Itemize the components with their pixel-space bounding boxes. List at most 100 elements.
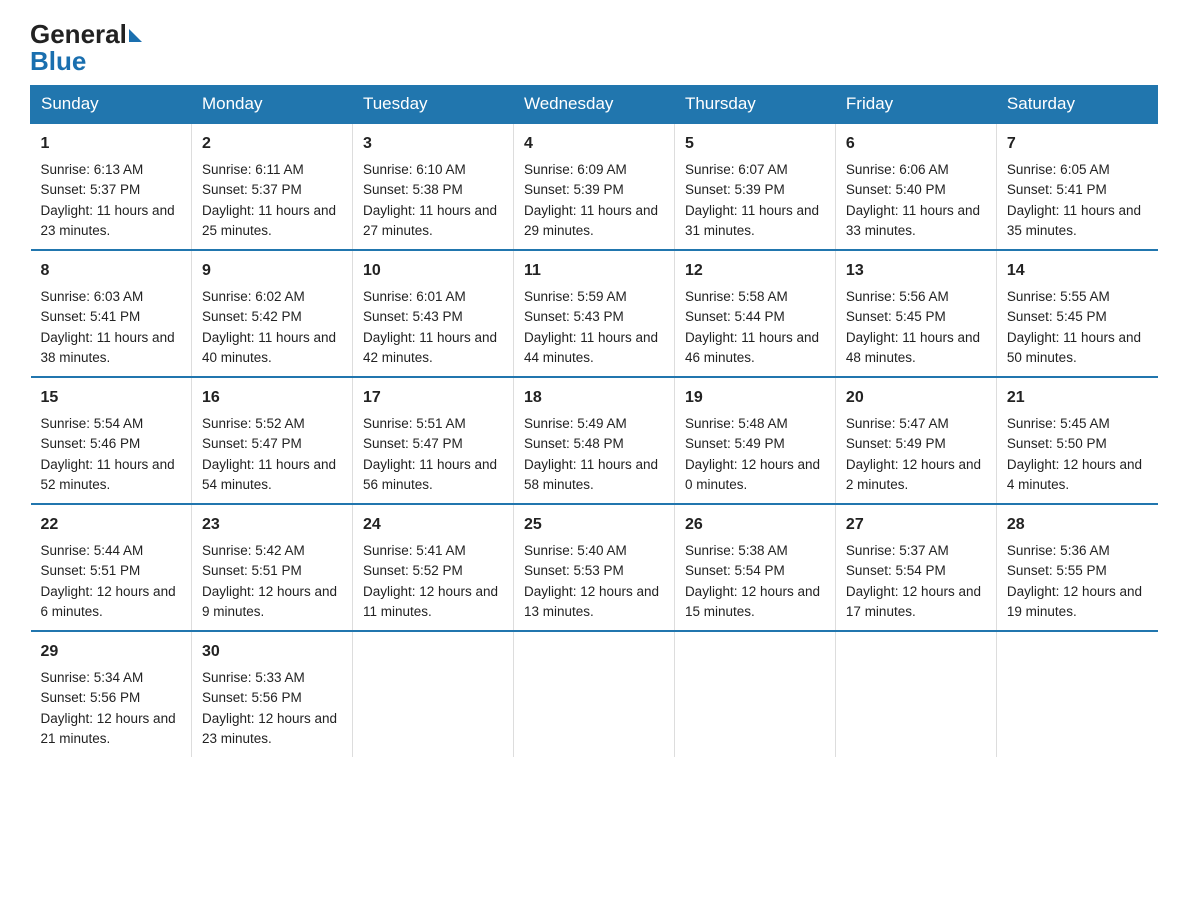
calendar-week-row: 22 Sunrise: 5:44 AM Sunset: 5:51 PM Dayl… xyxy=(31,504,1158,631)
daylight-label: Daylight: 12 hours and 0 minutes. xyxy=(685,457,820,492)
sunset-label: Sunset: 5:41 PM xyxy=(41,309,141,324)
daylight-label: Daylight: 11 hours and 52 minutes. xyxy=(41,457,175,492)
sunrise-label: Sunrise: 5:40 AM xyxy=(524,543,627,558)
calendar-day-cell: 19 Sunrise: 5:48 AM Sunset: 5:49 PM Dayl… xyxy=(674,377,835,504)
sunrise-label: Sunrise: 5:54 AM xyxy=(41,416,144,431)
sunrise-label: Sunrise: 5:56 AM xyxy=(846,289,949,304)
sunset-label: Sunset: 5:45 PM xyxy=(1007,309,1107,324)
sunset-label: Sunset: 5:43 PM xyxy=(363,309,463,324)
day-number: 20 xyxy=(846,386,986,410)
sunset-label: Sunset: 5:49 PM xyxy=(685,436,785,451)
sunrise-label: Sunrise: 5:34 AM xyxy=(41,670,144,685)
calendar-day-cell: 3 Sunrise: 6:10 AM Sunset: 5:38 PM Dayli… xyxy=(352,123,513,250)
calendar-day-cell xyxy=(996,631,1157,757)
sunset-label: Sunset: 5:47 PM xyxy=(363,436,463,451)
day-number: 1 xyxy=(41,132,181,156)
day-number: 4 xyxy=(524,132,664,156)
daylight-label: Daylight: 11 hours and 54 minutes. xyxy=(202,457,336,492)
calendar-day-cell: 6 Sunrise: 6:06 AM Sunset: 5:40 PM Dayli… xyxy=(835,123,996,250)
calendar-day-cell: 22 Sunrise: 5:44 AM Sunset: 5:51 PM Dayl… xyxy=(31,504,192,631)
calendar-day-cell: 15 Sunrise: 5:54 AM Sunset: 5:46 PM Dayl… xyxy=(31,377,192,504)
calendar-day-cell: 1 Sunrise: 6:13 AM Sunset: 5:37 PM Dayli… xyxy=(31,123,192,250)
sunset-label: Sunset: 5:45 PM xyxy=(846,309,946,324)
sunrise-label: Sunrise: 5:52 AM xyxy=(202,416,305,431)
daylight-label: Daylight: 11 hours and 46 minutes. xyxy=(685,330,819,365)
daylight-label: Daylight: 11 hours and 25 minutes. xyxy=(202,203,336,238)
calendar-day-cell: 4 Sunrise: 6:09 AM Sunset: 5:39 PM Dayli… xyxy=(513,123,674,250)
calendar-day-cell: 26 Sunrise: 5:38 AM Sunset: 5:54 PM Dayl… xyxy=(674,504,835,631)
calendar-day-cell: 14 Sunrise: 5:55 AM Sunset: 5:45 PM Dayl… xyxy=(996,250,1157,377)
logo-blue: Blue xyxy=(30,47,86,76)
day-number: 6 xyxy=(846,132,986,156)
calendar-day-cell: 10 Sunrise: 6:01 AM Sunset: 5:43 PM Dayl… xyxy=(352,250,513,377)
calendar-day-cell: 30 Sunrise: 5:33 AM Sunset: 5:56 PM Dayl… xyxy=(191,631,352,757)
sunrise-label: Sunrise: 6:13 AM xyxy=(41,162,144,177)
day-of-week-header: Wednesday xyxy=(513,86,674,124)
sunrise-label: Sunrise: 6:11 AM xyxy=(202,162,304,177)
daylight-label: Daylight: 11 hours and 38 minutes. xyxy=(41,330,175,365)
sunrise-label: Sunrise: 6:05 AM xyxy=(1007,162,1110,177)
calendar-day-cell: 23 Sunrise: 5:42 AM Sunset: 5:51 PM Dayl… xyxy=(191,504,352,631)
day-number: 22 xyxy=(41,513,181,537)
day-of-week-header: Thursday xyxy=(674,86,835,124)
sunrise-label: Sunrise: 5:47 AM xyxy=(846,416,949,431)
sunrise-label: Sunrise: 6:09 AM xyxy=(524,162,627,177)
daylight-label: Daylight: 12 hours and 11 minutes. xyxy=(363,584,498,619)
sunset-label: Sunset: 5:42 PM xyxy=(202,309,302,324)
sunset-label: Sunset: 5:49 PM xyxy=(846,436,946,451)
sunrise-label: Sunrise: 6:03 AM xyxy=(41,289,144,304)
day-number: 19 xyxy=(685,386,825,410)
day-number: 7 xyxy=(1007,132,1148,156)
sunset-label: Sunset: 5:46 PM xyxy=(41,436,141,451)
day-number: 30 xyxy=(202,640,342,664)
day-of-week-header: Friday xyxy=(835,86,996,124)
calendar-day-cell: 12 Sunrise: 5:58 AM Sunset: 5:44 PM Dayl… xyxy=(674,250,835,377)
sunrise-label: Sunrise: 5:49 AM xyxy=(524,416,627,431)
calendar-day-cell: 29 Sunrise: 5:34 AM Sunset: 5:56 PM Dayl… xyxy=(31,631,192,757)
sunset-label: Sunset: 5:56 PM xyxy=(202,690,302,705)
calendar-day-cell: 27 Sunrise: 5:37 AM Sunset: 5:54 PM Dayl… xyxy=(835,504,996,631)
daylight-label: Daylight: 12 hours and 17 minutes. xyxy=(846,584,981,619)
sunset-label: Sunset: 5:51 PM xyxy=(202,563,302,578)
calendar-day-cell: 8 Sunrise: 6:03 AM Sunset: 5:41 PM Dayli… xyxy=(31,250,192,377)
sunset-label: Sunset: 5:38 PM xyxy=(363,182,463,197)
day-number: 24 xyxy=(363,513,503,537)
sunrise-label: Sunrise: 6:07 AM xyxy=(685,162,788,177)
day-number: 25 xyxy=(524,513,664,537)
day-number: 13 xyxy=(846,259,986,283)
calendar-week-row: 15 Sunrise: 5:54 AM Sunset: 5:46 PM Dayl… xyxy=(31,377,1158,504)
sunset-label: Sunset: 5:50 PM xyxy=(1007,436,1107,451)
daylight-label: Daylight: 12 hours and 2 minutes. xyxy=(846,457,981,492)
sunset-label: Sunset: 5:37 PM xyxy=(41,182,141,197)
calendar-day-cell: 7 Sunrise: 6:05 AM Sunset: 5:41 PM Dayli… xyxy=(996,123,1157,250)
sunrise-label: Sunrise: 6:01 AM xyxy=(363,289,466,304)
sunset-label: Sunset: 5:39 PM xyxy=(685,182,785,197)
calendar-week-row: 8 Sunrise: 6:03 AM Sunset: 5:41 PM Dayli… xyxy=(31,250,1158,377)
calendar-day-cell: 5 Sunrise: 6:07 AM Sunset: 5:39 PM Dayli… xyxy=(674,123,835,250)
daylight-label: Daylight: 12 hours and 21 minutes. xyxy=(41,711,176,746)
calendar-day-cell: 18 Sunrise: 5:49 AM Sunset: 5:48 PM Dayl… xyxy=(513,377,674,504)
sunset-label: Sunset: 5:43 PM xyxy=(524,309,624,324)
sunrise-label: Sunrise: 5:36 AM xyxy=(1007,543,1110,558)
sunrise-label: Sunrise: 6:10 AM xyxy=(363,162,466,177)
daylight-label: Daylight: 11 hours and 27 minutes. xyxy=(363,203,497,238)
sunset-label: Sunset: 5:39 PM xyxy=(524,182,624,197)
daylight-label: Daylight: 11 hours and 42 minutes. xyxy=(363,330,497,365)
day-number: 21 xyxy=(1007,386,1148,410)
day-of-week-header: Saturday xyxy=(996,86,1157,124)
sunrise-label: Sunrise: 6:06 AM xyxy=(846,162,949,177)
daylight-label: Daylight: 12 hours and 23 minutes. xyxy=(202,711,337,746)
sunset-label: Sunset: 5:55 PM xyxy=(1007,563,1107,578)
sunrise-label: Sunrise: 5:51 AM xyxy=(363,416,466,431)
calendar-day-cell: 20 Sunrise: 5:47 AM Sunset: 5:49 PM Dayl… xyxy=(835,377,996,504)
day-of-week-header: Sunday xyxy=(31,86,192,124)
calendar-day-cell: 28 Sunrise: 5:36 AM Sunset: 5:55 PM Dayl… xyxy=(996,504,1157,631)
day-number: 5 xyxy=(685,132,825,156)
calendar-table: SundayMondayTuesdayWednesdayThursdayFrid… xyxy=(30,85,1158,757)
calendar-week-row: 1 Sunrise: 6:13 AM Sunset: 5:37 PM Dayli… xyxy=(31,123,1158,250)
sunrise-label: Sunrise: 5:45 AM xyxy=(1007,416,1110,431)
sunrise-label: Sunrise: 5:33 AM xyxy=(202,670,305,685)
day-number: 11 xyxy=(524,259,664,283)
calendar-day-cell: 21 Sunrise: 5:45 AM Sunset: 5:50 PM Dayl… xyxy=(996,377,1157,504)
logo: General Blue xyxy=(30,20,142,75)
